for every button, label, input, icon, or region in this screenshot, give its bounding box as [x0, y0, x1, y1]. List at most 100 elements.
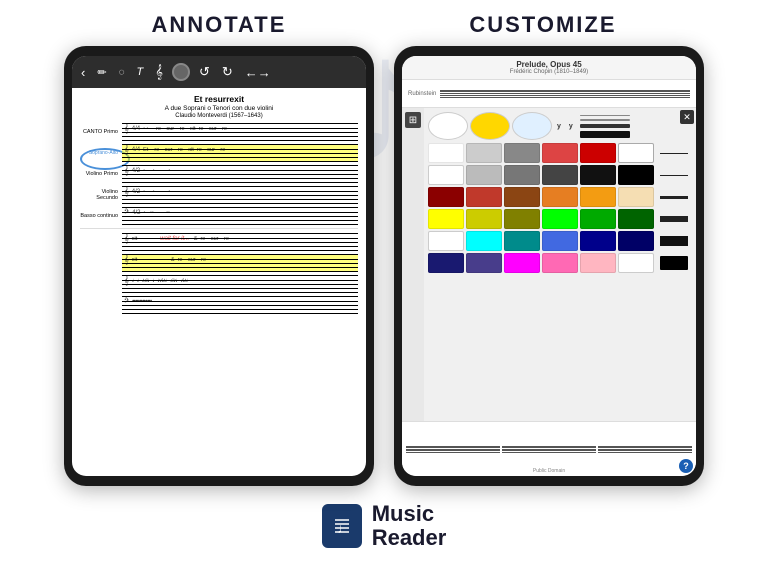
- staff-lines-basso: 𝄢 4/2 • •• ••: [122, 207, 358, 225]
- thickness-thick[interactable]: [580, 124, 630, 128]
- color-light-pink[interactable]: [580, 253, 616, 273]
- thickness-line-cell-1[interactable]: [656, 143, 692, 163]
- bottom-staff-1: 𝄞 xit wait for it... & re—sur—re: [122, 233, 358, 251]
- customize-score-title: Prelude, Opus 45: [406, 60, 692, 69]
- color-dark-blue[interactable]: [580, 231, 616, 251]
- color-panel-main: ✕ y y: [424, 108, 696, 421]
- color-black[interactable]: [618, 143, 654, 163]
- color-grid: [428, 143, 692, 273]
- color-lime[interactable]: [542, 209, 578, 229]
- color-dark-gray[interactable]: [542, 143, 578, 163]
- annotate-tablet: ‹ ✏ ◌ T 𝄞 ↺ ↻ ←→ Et resurrexit A due Sop…: [64, 46, 374, 486]
- color-light-gray[interactable]: [466, 143, 502, 163]
- color-teal[interactable]: [504, 231, 540, 251]
- lasso-icon[interactable]: ◌: [116, 66, 128, 79]
- color-cyan[interactable]: [466, 231, 502, 251]
- color-gray[interactable]: [504, 143, 540, 163]
- voice-label-basso: Basso continuo: [80, 213, 118, 219]
- pen-tool-label-y2: y: [569, 123, 573, 130]
- color-white-2[interactable]: [428, 165, 464, 185]
- color-magenta[interactable]: [504, 253, 540, 273]
- color-dark-green[interactable]: [618, 209, 654, 229]
- color-silver[interactable]: [466, 165, 502, 185]
- grid-icon[interactable]: ⊞: [405, 112, 421, 128]
- thickness-very-thick[interactable]: [580, 131, 630, 138]
- sheet-subtitle: A due Soprani o Tenori con due violini: [80, 105, 358, 112]
- color-brown[interactable]: [504, 187, 540, 207]
- thickness-line-cell-2[interactable]: [656, 165, 692, 185]
- thickness-selector: [580, 115, 630, 138]
- pen-sample-cyan[interactable]: [512, 112, 552, 140]
- color-near-black[interactable]: [580, 165, 616, 185]
- staff-row-basso: Basso continuo 𝄢 4/2 • •• ••: [80, 207, 358, 225]
- thickness-line-cell-4[interactable]: [656, 209, 692, 229]
- color-medium-gray[interactable]: [504, 165, 540, 185]
- staff-lines-canto: 𝄞 4/4 • • re—sur—re—xit re—sur—re—: [122, 123, 358, 141]
- bottom-staff-3: 𝄞 ♩♩♪♫♩♩♪♫♪♩♫♪♩♫♪♩: [122, 275, 358, 293]
- staff-lines-soprano: 𝄞 4/4 Et re—sur—re—xit re—sur—re—: [122, 144, 358, 162]
- color-midnight[interactable]: [428, 253, 464, 273]
- color-orange[interactable]: [542, 187, 578, 207]
- pencil-icon[interactable]: ✏: [94, 65, 109, 80]
- color-yellow[interactable]: [428, 209, 464, 229]
- customize-tablet: Prelude, Opus 45 Frédéric Chopin (1810–1…: [394, 46, 704, 486]
- color-black-2[interactable]: [618, 165, 654, 185]
- public-domain-label: Public Domain: [533, 468, 565, 474]
- customize-mini-score-top: Rubinstein: [402, 80, 696, 108]
- customize-screen: Prelude, Opus 45 Frédéric Chopin (1810–1…: [402, 56, 696, 476]
- back-button[interactable]: ‹: [78, 64, 88, 81]
- staff-lines-violin1: 𝄞 4/2 • • •: [122, 165, 358, 183]
- thickness-line-cell-6[interactable]: [656, 253, 692, 273]
- bottom-score-section: Public Domain ?: [402, 421, 696, 476]
- staff-row-violin2: Violino Secundo 𝄞 4/2 • • •: [80, 186, 358, 204]
- color-white[interactable]: [428, 143, 464, 163]
- color-hot-pink[interactable]: [542, 253, 578, 273]
- music-reader-logo-svg: ♩: [329, 511, 355, 541]
- color-amber[interactable]: [580, 187, 616, 207]
- music-clef-icon[interactable]: 𝄞: [152, 63, 166, 81]
- annotation-toolbar: ‹ ✏ ◌ T 𝄞 ↺ ↻ ←→: [72, 56, 366, 88]
- color-olive[interactable]: [504, 209, 540, 229]
- thickness-thin[interactable]: [580, 115, 630, 116]
- color-wheat[interactable]: [618, 187, 654, 207]
- pen-sample-yellow[interactable]: [470, 112, 510, 140]
- help-button[interactable]: ?: [679, 459, 693, 473]
- customize-score-header: Prelude, Opus 45 Frédéric Chopin (1810–1…: [402, 56, 696, 80]
- bottom-staves-section: 𝄞 xit wait for it... & re—sur—re: [80, 228, 358, 314]
- color-green[interactable]: [580, 209, 616, 229]
- color-dark[interactable]: [542, 165, 578, 185]
- thickness-line-cell-5[interactable]: [656, 231, 692, 251]
- color-circle-active[interactable]: [172, 63, 190, 81]
- redo-icon[interactable]: ↻: [219, 63, 236, 81]
- staff-row-violin1: Violino Primo 𝄞 4/2 • • •: [80, 165, 358, 183]
- color-panel-container: ⊞ ✕ y y: [402, 108, 696, 421]
- app-footer: ♩ MusicReader: [0, 492, 768, 560]
- thickness-line-cell-3[interactable]: [656, 187, 692, 207]
- color-navy[interactable]: [618, 231, 654, 251]
- svg-text:♩: ♩: [337, 520, 351, 536]
- app-logo-icon: ♩: [322, 504, 362, 548]
- bottom-staff-row-4: 𝄢 •• •• • •• •• • •• •: [80, 296, 358, 314]
- bottom-staff-2: 𝄞 xit & re—sur—re: [122, 254, 358, 272]
- bottom-staff-row-1: 𝄞 xit wait for it... & re—sur—re: [80, 233, 358, 251]
- pen-sample-white[interactable]: [428, 112, 468, 140]
- customize-heading: CUSTOMIZE: [469, 12, 616, 38]
- color-dark-yellow[interactable]: [466, 209, 502, 229]
- close-button[interactable]: ✕: [680, 110, 694, 124]
- color-indigo[interactable]: [466, 253, 502, 273]
- color-dark-red[interactable]: [428, 187, 464, 207]
- color-white-4[interactable]: [618, 253, 654, 273]
- undo-icon[interactable]: ↺: [196, 63, 213, 81]
- thickness-medium[interactable]: [580, 119, 630, 121]
- color-white-3[interactable]: [428, 231, 464, 251]
- staff-lines-violin2: 𝄞 4/2 • • •: [122, 186, 358, 204]
- color-crimson[interactable]: [466, 187, 502, 207]
- color-royal-blue[interactable]: [542, 231, 578, 251]
- color-red-bright[interactable]: [580, 143, 616, 163]
- voice-label-soprano: Soprano-Alto: [80, 150, 118, 156]
- app-name: MusicReader: [372, 502, 447, 550]
- navigate-icon[interactable]: ←→: [242, 64, 274, 81]
- customize-score-composer: Frédéric Chopin (1810–1849): [406, 69, 692, 75]
- annotate-screen: ‹ ✏ ◌ T 𝄞 ↺ ↻ ←→ Et resurrexit A due Sop…: [72, 56, 366, 476]
- text-tool-icon[interactable]: T: [134, 65, 147, 79]
